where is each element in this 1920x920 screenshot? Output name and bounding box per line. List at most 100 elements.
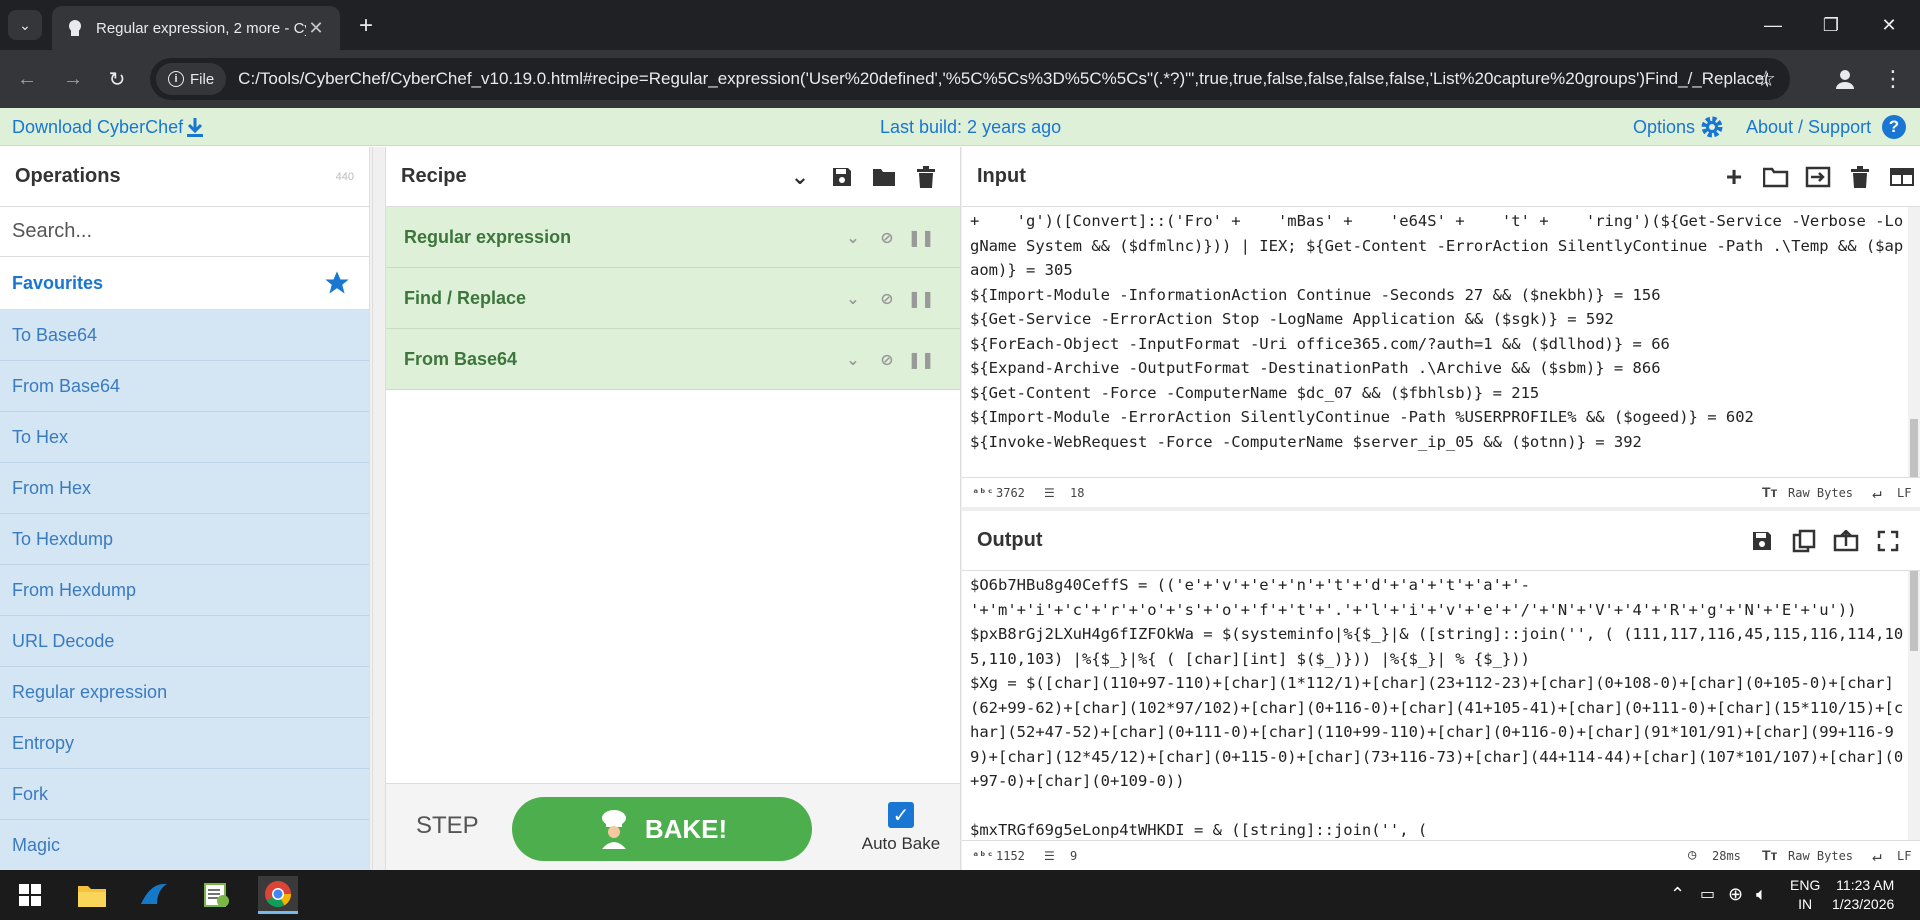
operations-search-input[interactable]: Search... (0, 207, 369, 257)
language-indicator[interactable]: ENG IN (1790, 876, 1820, 914)
input-encoding[interactable]: Raw Bytes (1788, 486, 1853, 500)
checkbox-checked-icon[interactable]: ✓ (888, 802, 914, 828)
notepad-plus-icon[interactable] (196, 876, 236, 914)
recipe-operation[interactable]: Find / Replace ⌄ ⊘ ❚❚ (386, 268, 960, 329)
eol-icon[interactable]: ↵ (1872, 846, 1882, 865)
chrome-icon[interactable] (258, 876, 298, 914)
breakpoint-icon[interactable]: ❚❚ (908, 349, 935, 371)
trash-icon[interactable] (1845, 163, 1875, 191)
operation-item[interactable]: To Hex (0, 412, 369, 463)
open-file-icon[interactable] (1803, 163, 1833, 191)
recipe-op-name: Regular expression (404, 226, 572, 247)
replace-input-icon[interactable] (1831, 527, 1861, 555)
close-window-button[interactable]: ✕ (1860, 0, 1918, 50)
restore-button[interactable]: ❐ (1802, 0, 1860, 50)
operation-item[interactable]: From Hex (0, 463, 369, 514)
trash-icon[interactable] (912, 163, 940, 191)
input-eol[interactable]: LF (1897, 486, 1911, 500)
battery-icon[interactable]: ▭ (1700, 884, 1715, 904)
url-text[interactable]: C:/Tools/CyberChef/CyberChef_v10.19.0.ht… (238, 69, 1768, 89)
auto-bake-toggle[interactable]: ✓ Auto Bake (856, 802, 946, 854)
gear-icon[interactable] (1700, 115, 1724, 139)
star-icon[interactable] (323, 269, 351, 297)
clock-date: 1/23/2026 (1832, 896, 1895, 912)
system-clock[interactable]: 11:23 AM 1/23/2026 (1832, 876, 1894, 914)
site-info-chip[interactable]: i File (156, 63, 227, 95)
forward-button[interactable]: → (58, 64, 88, 94)
output-bake-time: 28ms (1712, 849, 1741, 863)
output-encoding[interactable]: Raw Bytes (1788, 849, 1853, 863)
options-link[interactable]: Options (1633, 117, 1695, 138)
network-icon[interactable]: ⊕ (1728, 884, 1743, 905)
pane-divider[interactable] (372, 147, 386, 870)
address-bar[interactable]: i File C:/Tools/CyberChef/CyberChef_v10.… (150, 58, 1790, 100)
operation-item[interactable]: Magic (0, 820, 369, 871)
folder-open-icon[interactable] (1761, 163, 1791, 191)
disable-icon[interactable]: ⊘ (876, 227, 898, 249)
folder-icon[interactable] (870, 163, 898, 191)
bake-label: BAKE! (644, 813, 728, 844)
chevron-down-icon[interactable]: ⌄ (786, 163, 814, 191)
operation-item[interactable]: To Base64 (0, 310, 369, 361)
scrollbar-thumb[interactable] (1910, 419, 1918, 477)
download-icon[interactable] (184, 116, 206, 138)
maximize-icon[interactable] (1873, 527, 1903, 555)
help-icon[interactable]: ? (1882, 115, 1906, 139)
bookmark-star-icon[interactable]: ☆ (1756, 66, 1776, 92)
info-icon: i (168, 71, 184, 87)
new-tab-button[interactable]: + (352, 12, 380, 40)
operation-item[interactable]: From Base64 (0, 361, 369, 412)
breakpoint-icon[interactable]: ❚❚ (908, 288, 935, 310)
volume-icon[interactable]: 🔈︎ (1756, 884, 1767, 905)
breakpoint-icon[interactable]: ❚❚ (908, 227, 935, 249)
eol-icon[interactable]: ↵ (1872, 483, 1882, 502)
profile-icon[interactable] (1830, 64, 1860, 94)
layout-icon[interactable] (1887, 163, 1917, 191)
font-icon[interactable]: Tт (1762, 847, 1777, 863)
about-support-link[interactable]: About / Support (1746, 117, 1871, 138)
add-tab-icon[interactable]: + (1719, 161, 1749, 192)
tab-title: Regular expression, 2 more - Cy (96, 19, 306, 37)
recipe-operation[interactable]: From Base64 ⌄ ⊘ ❚❚ (386, 329, 960, 390)
operation-item[interactable]: Regular expression (0, 667, 369, 718)
browser-menu-icon[interactable]: ⋮ (1878, 64, 1908, 94)
minimize-button[interactable]: — (1744, 0, 1802, 50)
recipe-op-name: Find / Replace (404, 287, 527, 308)
favourites-category[interactable]: Favourites (0, 257, 369, 310)
chevron-down-icon[interactable]: ⌄ (842, 227, 864, 249)
file-explorer-icon[interactable] (72, 876, 112, 914)
download-cyberchef-link[interactable]: Download CyberChef (12, 117, 183, 138)
input-text-area[interactable]: + 'g')([Convert]::('Fro' + 'mBas' + 'e64… (962, 207, 1920, 471)
tab-close-icon[interactable]: ✕ (306, 18, 326, 39)
output-text-area[interactable]: $O6b7HBu8g40CeffS = (('e'+'v'+'e'+'n'+'t… (962, 571, 1920, 841)
operation-item[interactable]: Fork (0, 769, 369, 820)
save-icon[interactable] (828, 163, 856, 191)
operation-item[interactable]: To Hexdump (0, 514, 369, 565)
windows-start-icon[interactable] (10, 876, 50, 914)
chevron-down-icon[interactable]: ⌄ (842, 288, 864, 310)
back-button[interactable]: ← (12, 64, 42, 94)
recipe-operation[interactable]: Regular expression ⌄ ⊘ ❚❚ (386, 207, 960, 268)
input-title: Input (977, 165, 1026, 187)
wireshark-icon[interactable] (134, 876, 174, 914)
font-icon[interactable]: Tт (1762, 484, 1777, 500)
browser-tab[interactable]: Regular expression, 2 more - Cy ✕ (52, 6, 340, 50)
save-icon[interactable] (1747, 527, 1777, 555)
operation-item[interactable]: Entropy (0, 718, 369, 769)
scrollbar-thumb[interactable] (1910, 571, 1918, 651)
input-scrollbar[interactable] (1908, 207, 1920, 477)
disable-icon[interactable]: ⊘ (876, 288, 898, 310)
operation-item[interactable]: URL Decode (0, 616, 369, 667)
disable-icon[interactable]: ⊘ (876, 349, 898, 371)
bake-button[interactable]: BAKE! (512, 797, 812, 861)
step-button[interactable]: STEP (416, 812, 479, 840)
output-scrollbar[interactable] (1908, 571, 1920, 840)
chevron-down-icon[interactable]: ⌄ (842, 349, 864, 371)
operation-item[interactable]: From Hexdump (0, 565, 369, 616)
copy-icon[interactable] (1789, 527, 1819, 555)
show-hidden-icons-icon[interactable]: ⌃ (1670, 884, 1685, 905)
keyboard-region: IN (1798, 896, 1813, 912)
reload-button[interactable]: ↻ (102, 64, 132, 94)
output-eol[interactable]: LF (1897, 849, 1911, 863)
tab-search-button[interactable]: ⌄ (8, 10, 42, 40)
